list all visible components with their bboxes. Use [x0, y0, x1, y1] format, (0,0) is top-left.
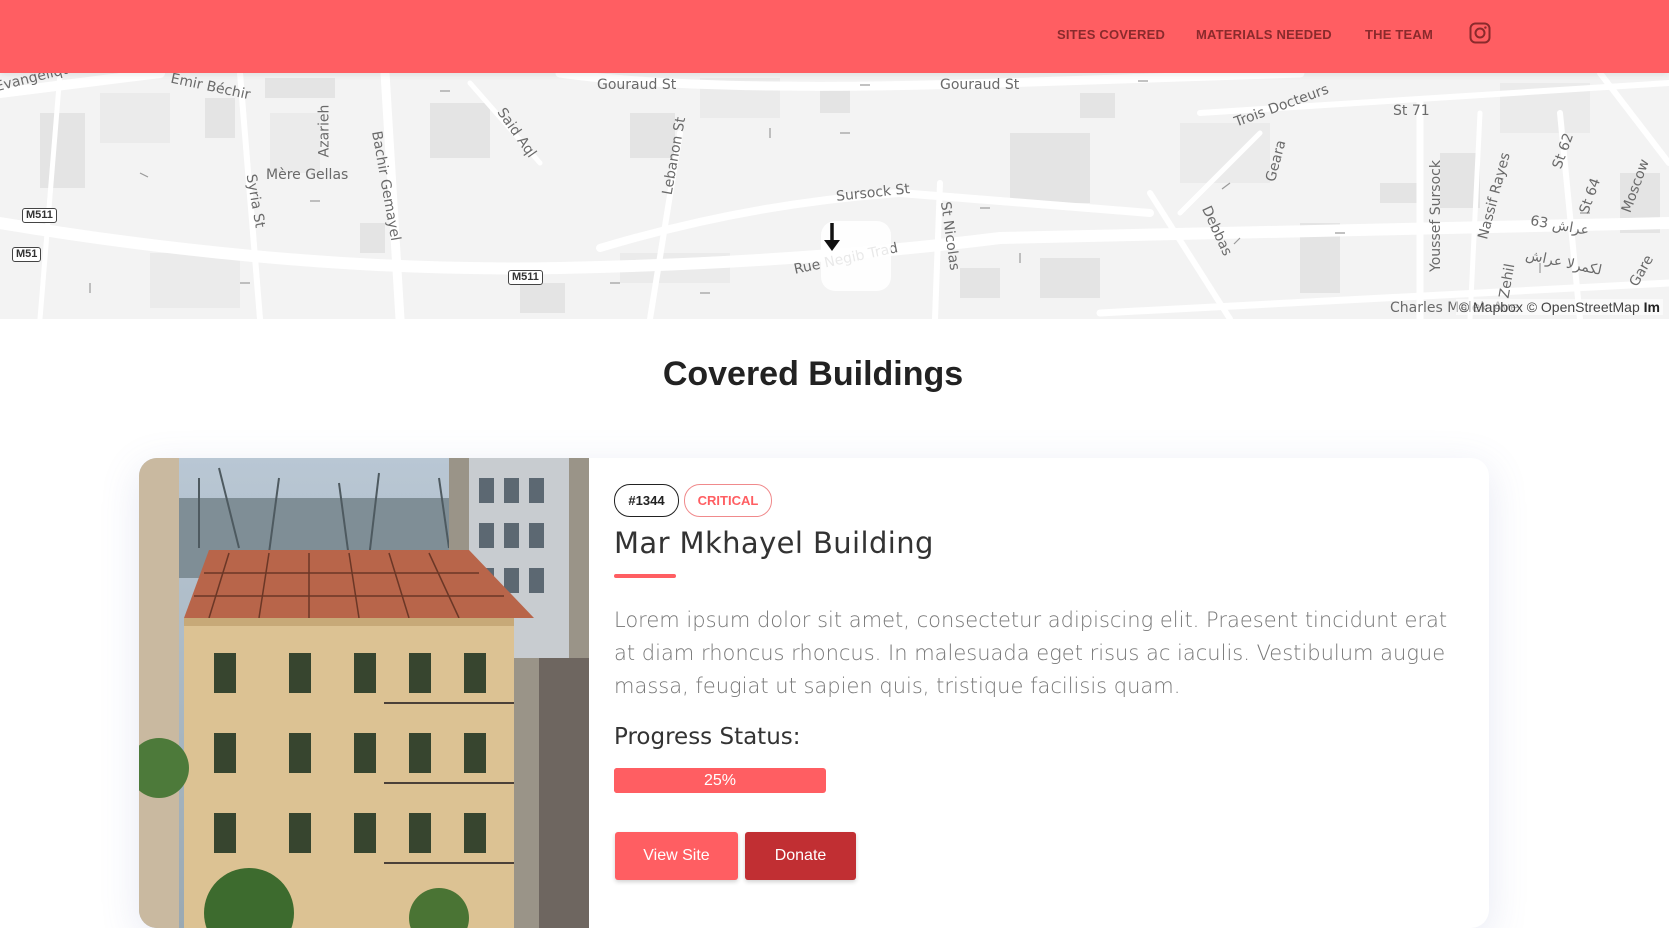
building-name: Mar Mkhayel Building — [614, 526, 934, 560]
scroll-down-button[interactable] — [821, 221, 891, 291]
map[interactable]: Evangélique Emir Béchir Gouraud St Goura… — [0, 73, 1669, 319]
route-shield: M51 — [12, 247, 42, 262]
arrow-down-icon — [824, 223, 840, 251]
attribution-extra[interactable]: Im — [1644, 299, 1660, 315]
building-photo — [139, 458, 589, 928]
donate-button[interactable]: Donate — [745, 832, 856, 880]
nav-the-team[interactable]: THE TEAM — [1365, 27, 1433, 42]
map-label: Gouraud St — [940, 77, 1020, 93]
status-badge: CRITICAL — [684, 484, 772, 517]
nav-materials-needed[interactable]: MATERIALS NEEDED — [1196, 27, 1332, 42]
map-attribution[interactable]: © Mapbox © OpenStreetMap Im — [1455, 299, 1663, 315]
instagram-icon[interactable] — [1469, 22, 1491, 44]
route-shield: M511 — [22, 208, 57, 223]
progress-label: Progress Status: — [614, 724, 801, 750]
route-shield: M511 — [508, 270, 543, 285]
nav-sites-covered[interactable]: SITES COVERED — [1057, 27, 1165, 42]
title-underline — [614, 574, 676, 578]
view-site-button[interactable]: View Site — [615, 832, 738, 880]
attribution-text[interactable]: © Mapbox © OpenStreetMap — [1459, 299, 1640, 315]
map-label: Mère Gellas — [266, 167, 349, 183]
building-id-badge: #1344 — [614, 484, 679, 517]
map-label: Youssef Sursock — [1427, 160, 1444, 272]
map-label: Gouraud St — [597, 77, 677, 93]
top-navbar: SITES COVERED MATERIALS NEEDED THE TEAM — [0, 0, 1669, 73]
progress-bar: 25% — [614, 768, 826, 793]
map-label: Azarieh — [316, 104, 333, 158]
section-title: Covered Buildings — [662, 355, 964, 393]
building-description: Lorem ipsum dolor sit amet, consectetur … — [614, 608, 1448, 698]
progress-text: 25% — [703, 772, 737, 789]
building-card: #1344 CRITICAL Mar Mkhayel Building Lore… — [139, 458, 1489, 928]
map-label: St 71 — [1393, 103, 1430, 119]
